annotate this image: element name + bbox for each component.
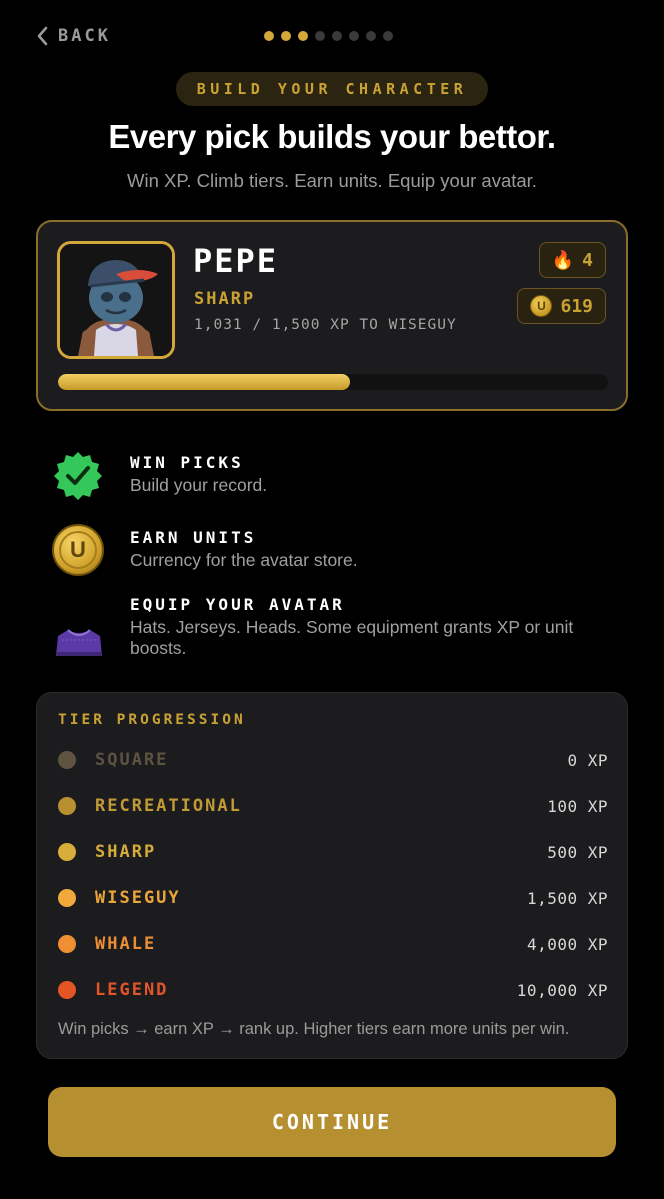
back-label: BACK — [58, 26, 111, 46]
xp-progress-bar — [58, 374, 608, 390]
feature-title: WIN PICKS — [130, 453, 244, 472]
tier-row-legend: LEGEND 10,000 XP — [58, 978, 608, 1002]
player-name: PEPE — [193, 242, 279, 280]
chevron-left-icon — [37, 26, 48, 46]
step-dot — [332, 31, 342, 41]
tier-row-wiseguy: WISEGUY 1,500 XP — [58, 886, 608, 910]
step-indicator — [264, 31, 393, 41]
check-badge-icon — [54, 452, 102, 500]
tier-name: LEGEND — [95, 980, 169, 1000]
tier-row-recreational: RECREATIONAL 100 XP — [58, 794, 608, 818]
tier-dot — [58, 843, 76, 861]
step-dot — [383, 31, 393, 41]
tier-name: SHARP — [95, 842, 157, 862]
step-dot — [349, 31, 359, 41]
units-badge: U 619 — [517, 288, 606, 324]
tier-xp: 100 XP — [547, 796, 608, 816]
unit-coin-icon: U — [530, 295, 553, 317]
page-title: Every pick builds your bettor. — [108, 118, 556, 155]
tier-xp: 0 XP — [567, 750, 608, 770]
section-badge-label: BUILD YOUR CHARACTER — [196, 80, 468, 98]
tier-name: WHALE — [95, 934, 157, 954]
feature-title: EQUIP YOUR AVATAR — [130, 595, 345, 614]
feature-title: EARN UNITS — [130, 528, 257, 547]
step-dot — [264, 31, 274, 41]
unit-coin-letter: U — [59, 531, 97, 569]
feature-desc: Hats. Jerseys. Heads. Some equipment gra… — [130, 617, 574, 658]
tier-row-square: SQUARE 0 XP — [58, 748, 608, 772]
fire-icon: 🔥 — [551, 249, 575, 271]
page-subtitle: Win XP. Climb tiers. Earn units. Equip y… — [127, 170, 537, 191]
tier-progression-panel: TIER PROGRESSION SQUARE 0 XP RECREATIONAL 1… — [36, 692, 628, 1059]
tier-progression-title: TIER PROGRESSION — [58, 712, 246, 728]
unit-coin-icon: U — [52, 524, 104, 576]
continue-label: CONTINUE — [271, 1110, 393, 1134]
player-tier: SHARP — [194, 289, 256, 309]
step-dot — [281, 31, 291, 41]
streak-badge: 🔥 4 — [538, 242, 606, 278]
continue-button[interactable]: CONTINUE — [48, 1087, 616, 1157]
top-bar: BACK — [0, 0, 664, 72]
tier-progression-footer: Win picks → earn XP → rank up. Higher ti… — [58, 1020, 570, 1038]
avatar[interactable] — [57, 241, 175, 359]
tier-xp: 1,500 XP — [526, 888, 608, 908]
tier-name: WISEGUY — [95, 888, 181, 908]
tier-row-whale: WHALE 4,000 XP — [58, 932, 608, 956]
xp-progress-fill — [58, 374, 350, 390]
tier-dot — [58, 751, 76, 769]
tier-dot — [58, 981, 76, 999]
tier-name: RECREATIONAL — [95, 796, 242, 816]
avatar-illustration — [60, 244, 172, 356]
tier-xp: 500 XP — [547, 842, 608, 862]
tier-dot — [58, 889, 76, 907]
section-badge: BUILD YOUR CHARACTER — [176, 72, 488, 106]
tier-dot — [58, 797, 76, 815]
feature-desc: Build your record. — [130, 475, 268, 495]
profile-card: PEPE SHARP 1,031 / 1,500 XP TO WISEGUY 🔥… — [36, 220, 628, 411]
tier-dot — [58, 935, 76, 953]
feature-desc: Currency for the avatar store. — [130, 550, 358, 570]
xp-progress-text: 1,031 / 1,500 XP TO WISEGUY — [194, 317, 457, 333]
streak-count: 4 — [582, 249, 593, 271]
step-dot — [366, 31, 376, 41]
tier-row-sharp: SHARP 500 XP — [58, 840, 608, 864]
tier-xp: 4,000 XP — [526, 934, 608, 954]
jersey-icon — [56, 629, 102, 656]
units-count: 619 — [560, 295, 593, 317]
tier-xp: 10,000 XP — [516, 980, 608, 1000]
step-dot — [298, 31, 308, 41]
back-button[interactable]: BACK — [34, 24, 111, 48]
step-dot — [315, 31, 325, 41]
tier-name: SQUARE — [95, 750, 169, 770]
